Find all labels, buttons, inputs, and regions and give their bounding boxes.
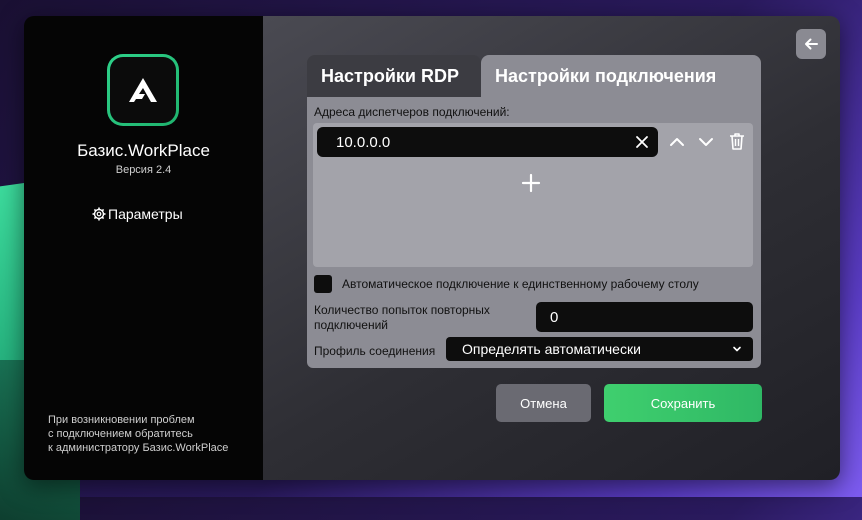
help-line: При возникновении проблем [48,414,195,426]
move-down-icon[interactable] [697,133,715,151]
app-title: Базис.WorkPlace [77,141,210,160]
close-icon[interactable] [634,134,650,150]
parameters-link[interactable]: Параметры [92,206,183,222]
cancel-button[interactable]: Отмена [496,384,591,422]
profile-select[interactable]: Определять автоматически [446,337,753,361]
broker-address-value: 10.0.0.0 [336,133,391,151]
app-logo [107,54,179,126]
settings-window: Базис.WorkPlace Версия 2.4 Параметры При… [24,16,840,480]
help-line: с подключением обратитесь [48,428,193,440]
gear-icon [92,207,106,221]
main-panel: Настройки RDP Настройки подключения Адре… [263,16,840,480]
help-line: к администратору Базис.WorkPlace [48,442,229,454]
settings-tabs: Настройки RDP Настройки подключения [307,55,761,97]
move-up-icon[interactable] [668,133,686,151]
connection-settings-content: Адреса диспетчеров подключений: 10.0.0.0 [307,97,761,368]
logo-icon [129,78,157,102]
app-version: Версия 2.4 [115,164,172,176]
auto-connect-checkbox[interactable] [314,275,332,293]
arrow-left-icon [805,38,818,50]
retries-label-line: подключений [314,318,388,332]
help-text: При возникновении проблем с подключением… [48,413,228,455]
trash-icon[interactable] [726,130,748,152]
tab-rdp-settings[interactable]: Настройки RDP [307,55,481,97]
parameters-label: Параметры [108,206,183,222]
profile-label: Профиль соединения [314,344,436,358]
retries-value: 0 [550,308,559,326]
retries-label: Количество попыток повторных подключений [314,303,524,333]
profile-value: Определять автоматически [462,341,641,357]
sidebar: Базис.WorkPlace Версия 2.4 Параметры При… [24,16,263,480]
back-button[interactable] [796,29,826,59]
retries-label-line: Количество попыток повторных [314,303,490,317]
brokers-label: Адреса диспетчеров подключений: [314,105,510,119]
chevron-down-icon [733,346,741,352]
tab-connection-settings[interactable]: Настройки подключения [481,55,761,97]
auto-connect-label: Автоматическое подключение к единственно… [342,277,699,291]
broker-address-field[interactable]: 10.0.0.0 [317,127,658,157]
save-button[interactable]: Сохранить [604,384,762,422]
auto-connect-row: Автоматическое подключение к единственно… [314,275,699,293]
brokers-list: 10.0.0.0 [313,123,753,267]
add-address-icon[interactable] [519,171,543,195]
retries-input[interactable]: 0 [536,302,753,332]
